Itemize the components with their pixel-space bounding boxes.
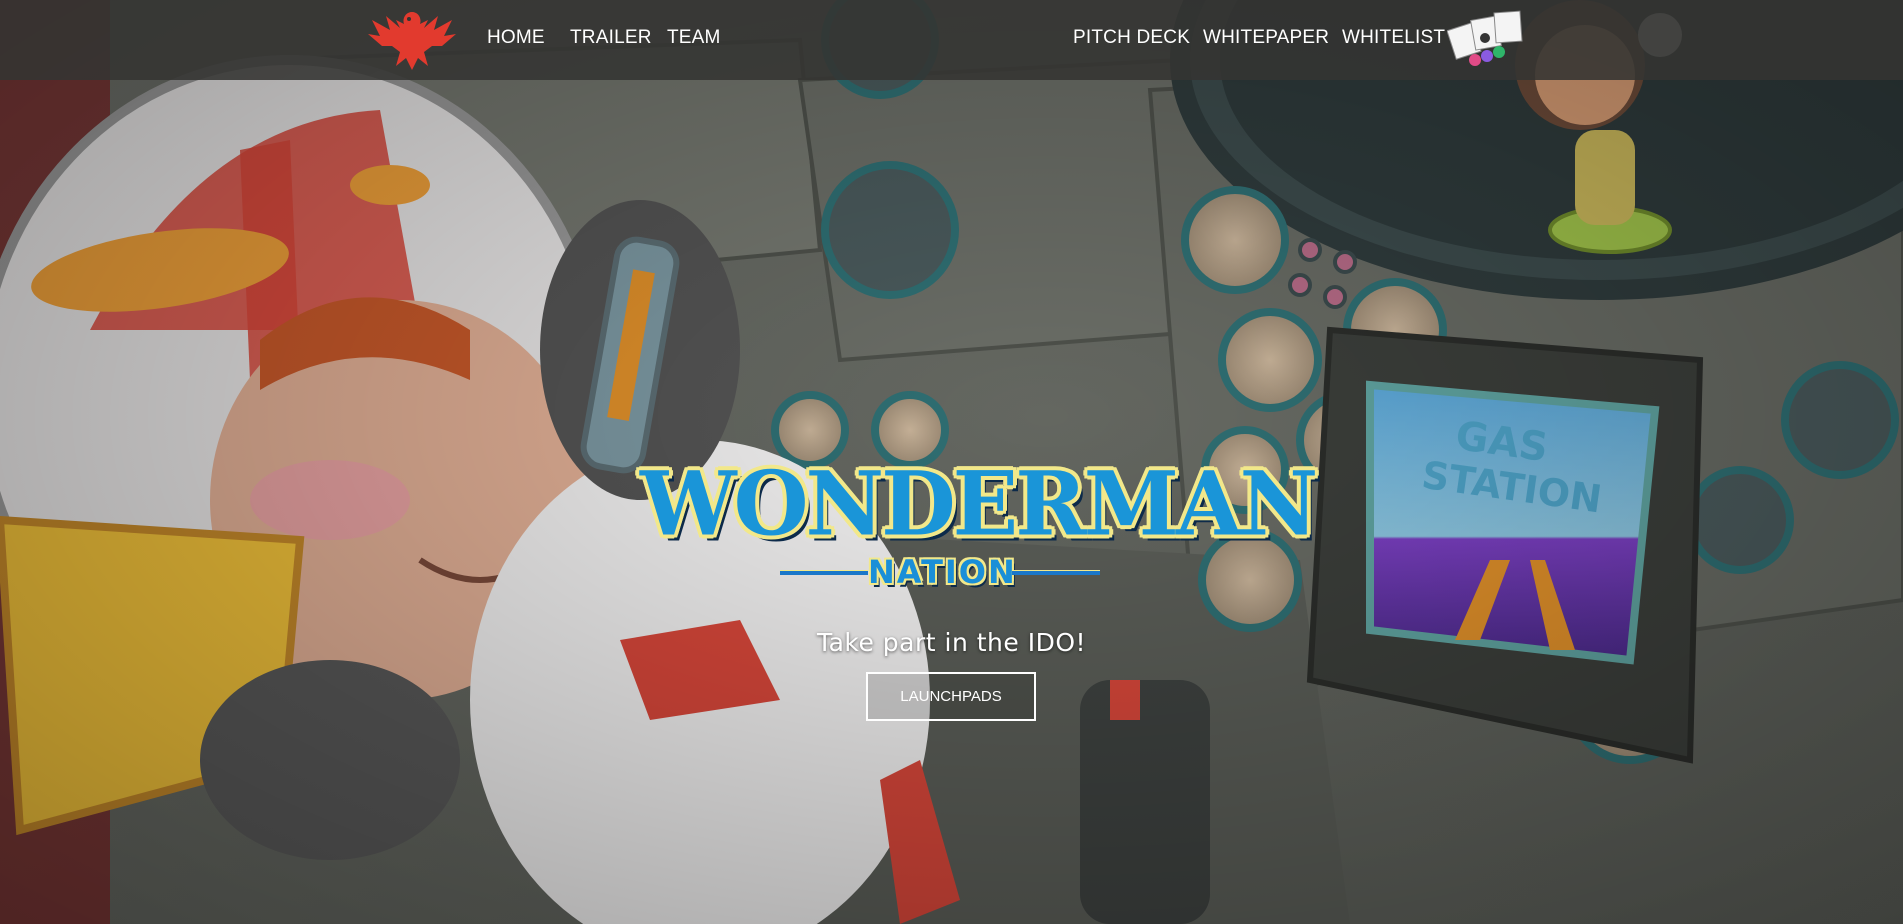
launchpads-button[interactable]: LAUNCHPADS (866, 672, 1036, 721)
hero-subtitle-row: NATION (780, 552, 1100, 592)
eagle-logo-icon[interactable] (366, 6, 458, 72)
nav-link-home[interactable]: HOME (487, 27, 545, 49)
top-navbar: HOME TRAILER TEAM PITCH DECK WHITEPAPER … (0, 0, 1903, 80)
hero-tagline: Take part in the IDO! (816, 628, 1087, 657)
nav-link-pitch-deck[interactable]: PITCH DECK (1073, 27, 1190, 49)
wonderman-nation-logo: WONDERMAN NATION (640, 440, 1318, 600)
subtitle-divider-right (1012, 570, 1100, 575)
page: GAS STATION (0, 0, 1903, 924)
hero-subtitle: NATION (868, 553, 1017, 591)
nav-link-whitepaper[interactable]: WHITEPAPER (1203, 27, 1329, 49)
nav-link-trailer[interactable]: TRAILER (570, 27, 652, 49)
subtitle-divider-left (780, 570, 868, 575)
partner-logos-icon[interactable] (1447, 8, 1525, 74)
nav-link-whitelist[interactable]: WHITELIST (1342, 27, 1445, 49)
nav-link-team[interactable]: TEAM (667, 27, 721, 49)
hero-title: WONDERMAN (640, 452, 1318, 556)
